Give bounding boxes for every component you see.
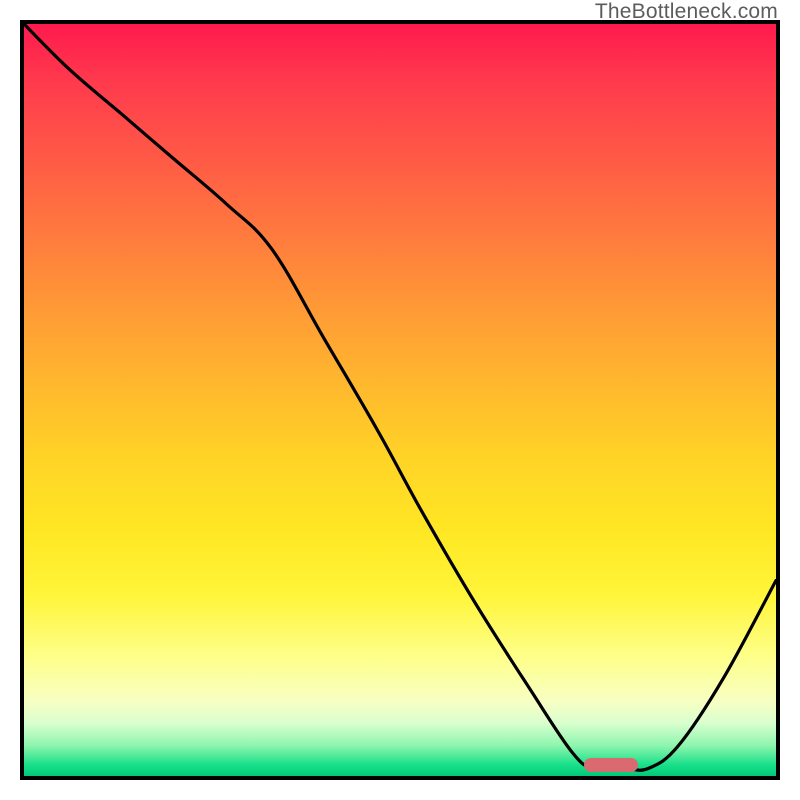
plot-area (20, 20, 780, 780)
bottleneck-curve (24, 24, 776, 770)
optimal-marker (584, 758, 638, 772)
chart-container: TheBottleneck.com (0, 0, 800, 800)
curve-svg (24, 24, 776, 776)
